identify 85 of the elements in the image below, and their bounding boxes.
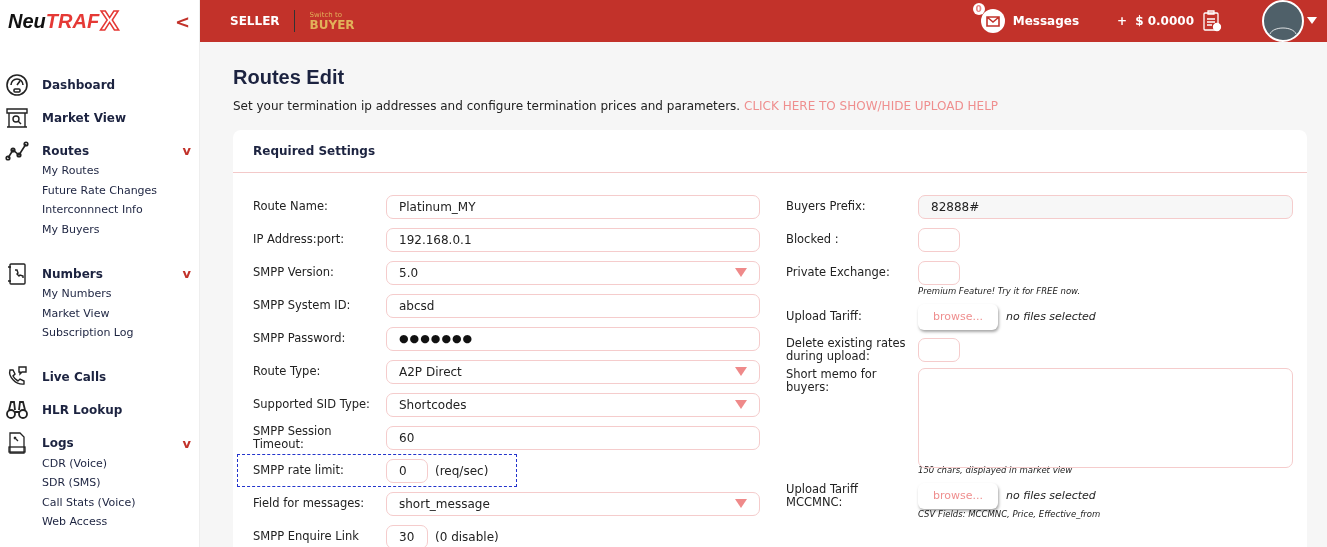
field-label: Field for messages:	[253, 497, 366, 510]
field-label: SMPP Password:	[253, 332, 347, 345]
phonebook-icon	[5, 261, 29, 286]
dropdown-arrow-icon	[735, 367, 747, 376]
log-file-icon	[5, 431, 29, 455]
text-field[interactable]: Platinum_MY	[386, 194, 760, 219]
field-label: Private Exchange:	[786, 266, 891, 279]
field-label: SMPP System ID:	[253, 299, 352, 312]
text-field[interactable]: 192.168.0.1	[386, 227, 760, 252]
text-field[interactable]: 60	[386, 425, 760, 450]
number-field[interactable]: 0	[386, 458, 428, 483]
sidebar-subitem[interactable]: SDR (SMS)	[42, 473, 199, 493]
field-label: Short memo for buyers:	[786, 368, 878, 394]
field-label: Upload Tariff MCCMNC:	[786, 482, 859, 509]
field-label: SMPP Version:	[253, 266, 335, 279]
seller-label: SELLER	[230, 10, 295, 32]
sidebar-item[interactable]: Live Calls	[42, 370, 191, 384]
sidebar-subitem[interactable]: Web Access	[42, 512, 199, 532]
field-label: Supported SID Type:	[253, 398, 371, 411]
hint-text: CSV Fields: MCCMNC, Price, Effective_from	[918, 509, 1102, 519]
dropdown-field[interactable]: short_message	[386, 491, 760, 516]
page-title: Routes Edit	[233, 66, 346, 89]
unit-label: (0 disable)	[435, 529, 499, 544]
field-label: Delete existing rates during upload:	[786, 336, 907, 363]
sidebar-item[interactable]: Market View	[42, 110, 191, 125]
sidebar-subitem[interactable]: My Numbers	[42, 284, 199, 304]
field-label: Blocked :	[786, 233, 840, 246]
logo: NeuTRAFX	[8, 7, 119, 35]
message-count: 0	[972, 3, 985, 15]
password-field[interactable]: ●●●●●●●	[386, 326, 760, 351]
sidebar-item[interactable]: HLR Lookup	[42, 403, 191, 417]
sidebar-item[interactable]: Logs	[42, 436, 183, 450]
sidebar-subitem[interactable]: Interconnnect Info	[42, 200, 199, 220]
input-box[interactable]	[918, 227, 960, 252]
field-label: SMPP rate limit:	[253, 464, 345, 477]
sidebar-subitem[interactable]: Market View	[42, 303, 199, 323]
field-label: SMPP Enquire Link	[253, 530, 360, 543]
sidebar-subitem[interactable]: My Buyers	[42, 219, 199, 239]
field-label: Route Type:	[253, 365, 322, 378]
sidebar-subitem[interactable]: Call Stats (Voice)	[42, 492, 199, 512]
dropdown-field[interactable]: 5.0	[386, 260, 760, 285]
dropdown-arrow-icon	[735, 400, 747, 409]
input-box[interactable]	[918, 337, 960, 362]
expand-toggle[interactable]: v	[182, 143, 191, 158]
field-label: Upload Tariff:	[786, 310, 863, 323]
number-field[interactable]: 30	[386, 524, 428, 547]
dropdown-arrow-icon	[735, 268, 747, 277]
avatar[interactable]	[1262, 0, 1304, 42]
sidebar-subitem[interactable]: Subscription Log	[42, 323, 199, 343]
expand-toggle[interactable]: v	[182, 266, 191, 281]
dropdown-arrow-icon	[735, 499, 747, 508]
text-field[interactable]: abcsd	[386, 293, 760, 318]
sidebar-item[interactable]: Routes	[42, 143, 183, 158]
file-status: no files selected	[1006, 310, 1096, 323]
balance-amount: $ 0.0000	[1135, 14, 1194, 28]
line-chart-icon	[5, 138, 29, 163]
field-label: SMPP Session Timeout:	[253, 424, 333, 451]
expand-toggle[interactable]: v	[182, 435, 191, 451]
field-label: IP Address:port:	[253, 233, 346, 246]
dropdown-field[interactable]: A2P Direct	[386, 359, 760, 384]
prefix-field[interactable]: 82888#	[918, 194, 1293, 219]
gauge-icon	[5, 72, 29, 97]
mail-icon[interactable]	[980, 9, 1005, 33]
invoice-icon[interactable]	[1202, 10, 1222, 32]
sidebar-item[interactable]: Dashboard	[42, 77, 191, 92]
card-title: Required Settings	[233, 130, 1307, 173]
sidebar-subitem[interactable]: CDR (Voice)	[42, 453, 199, 473]
file-status: no files selected	[1006, 489, 1096, 502]
memo-field[interactable]	[918, 368, 1293, 468]
sidebar-subitem[interactable]: My Routes	[42, 161, 199, 181]
dropdown-field[interactable]: Shortcodes	[386, 392, 760, 417]
sidebar-item[interactable]: Numbers	[42, 266, 183, 281]
add-funds-link[interactable]: +	[1117, 14, 1128, 28]
sidebar-subitem[interactable]: Future Rate Changes	[42, 180, 199, 200]
page-description: Set your termination ip addresses and configure termination prices and parameters. CLICK HERE TO SHOW/HIDE UPLOAD HELP	[233, 99, 1000, 113]
storefront-icon	[5, 105, 29, 130]
input-box[interactable]	[918, 260, 960, 285]
caret-icon[interactable]	[1307, 17, 1317, 25]
hint-text: Premium Feature! Try it for FREE now.	[918, 286, 1082, 296]
collapse-button[interactable]: <	[174, 10, 190, 32]
unit-label: (req/sec)	[435, 463, 489, 478]
messages-link[interactable]: Messages	[1012, 14, 1080, 28]
field-label: Buyers Prefix:	[786, 200, 867, 213]
field-label: Route Name:	[253, 200, 329, 213]
binoculars-icon	[5, 398, 29, 422]
